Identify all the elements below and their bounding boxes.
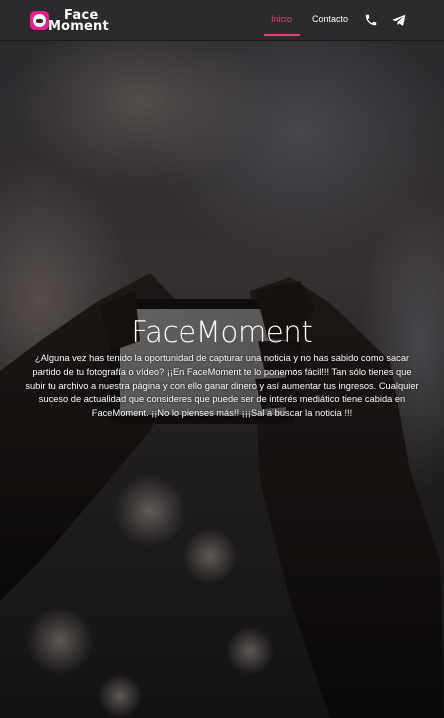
active-nav-indicator <box>264 34 300 36</box>
nav-link-contacto[interactable]: Contacto <box>312 13 348 25</box>
telegram-icon[interactable] <box>392 13 406 27</box>
brand-logo[interactable]: Face Moment <box>30 8 122 34</box>
brand-line2: Moment <box>48 19 109 34</box>
hero-section: FaceMoment ¿Alguna vez has tenido la opo… <box>0 41 444 718</box>
camera-icon <box>30 11 49 30</box>
hero-description: ¿Alguna vez has tenido la oportunidad de… <box>25 353 419 419</box>
navbar: Face Moment Inicio Contacto <box>0 0 444 41</box>
nav-link-inicio[interactable]: Inicio <box>271 13 292 25</box>
brand-wordmark: Face Moment <box>48 8 122 34</box>
hero-title: FaceMoment <box>131 315 313 349</box>
phone-icon[interactable] <box>364 13 378 27</box>
